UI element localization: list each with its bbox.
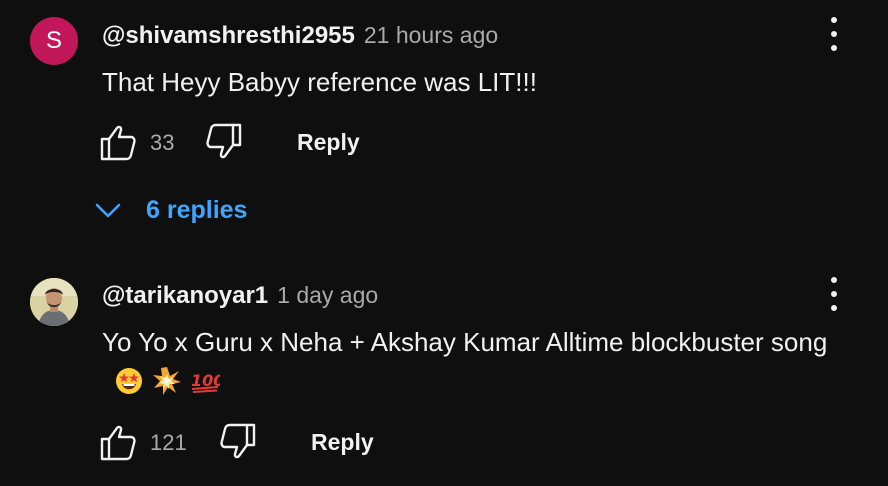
- more-actions-icon[interactable]: [822, 14, 846, 54]
- author-handle[interactable]: @shivamshresthi2955: [102, 22, 355, 50]
- author-handle[interactable]: @tarikanoyar1: [102, 282, 268, 310]
- replies-count-label: 6 replies: [146, 195, 248, 224]
- like-icon[interactable]: [98, 422, 138, 462]
- collision-emoji-icon: [153, 367, 181, 395]
- more-actions-icon[interactable]: [822, 274, 846, 314]
- reply-button[interactable]: Reply: [311, 429, 374, 456]
- reply-button[interactable]: Reply: [297, 129, 360, 156]
- comment-thread: @tarikanoyar1 1 day ago Yo Yo x Guru x N…: [0, 260, 888, 486]
- comment-text: Yo Yo x Guru x Neha + Akshay Kumar Allti…: [102, 322, 832, 402]
- comment-text-content: That Heyy Babyy reference was LIT!!!: [102, 67, 537, 97]
- star-struck-emoji-icon: [116, 368, 142, 394]
- comment-thread: S @shivamshresthi2955 21 hours ago That …: [0, 0, 888, 260]
- like-count: 121: [150, 430, 187, 455]
- comment-time[interactable]: 21 hours ago: [364, 22, 498, 49]
- dislike-icon[interactable]: [204, 122, 244, 162]
- hundred-points-emoji-icon: 100: [191, 371, 220, 393]
- user-photo-avatar-icon: [30, 278, 78, 326]
- comment-header: @tarikanoyar1 1 day ago: [102, 282, 378, 310]
- avatar[interactable]: [30, 278, 78, 326]
- comment-text: That Heyy Babyy reference was LIT!!!: [102, 62, 832, 102]
- chevron-down-icon: [95, 203, 121, 218]
- comment-header: @shivamshresthi2955 21 hours ago: [102, 22, 498, 50]
- like-count: 33: [150, 130, 175, 155]
- dislike-icon[interactable]: [218, 422, 258, 462]
- comment-actions: 33 Reply: [98, 120, 498, 164]
- avatar[interactable]: S: [30, 17, 78, 65]
- comment-time[interactable]: 1 day ago: [277, 282, 378, 309]
- avatar-letter: S: [45, 27, 62, 54]
- view-replies-button[interactable]: 6 replies: [92, 190, 247, 230]
- comment-text-content: Yo Yo x Guru x Neha + Akshay Kumar Allti…: [102, 327, 828, 357]
- comment-actions: 121 Reply: [98, 420, 498, 464]
- like-icon[interactable]: [98, 122, 138, 162]
